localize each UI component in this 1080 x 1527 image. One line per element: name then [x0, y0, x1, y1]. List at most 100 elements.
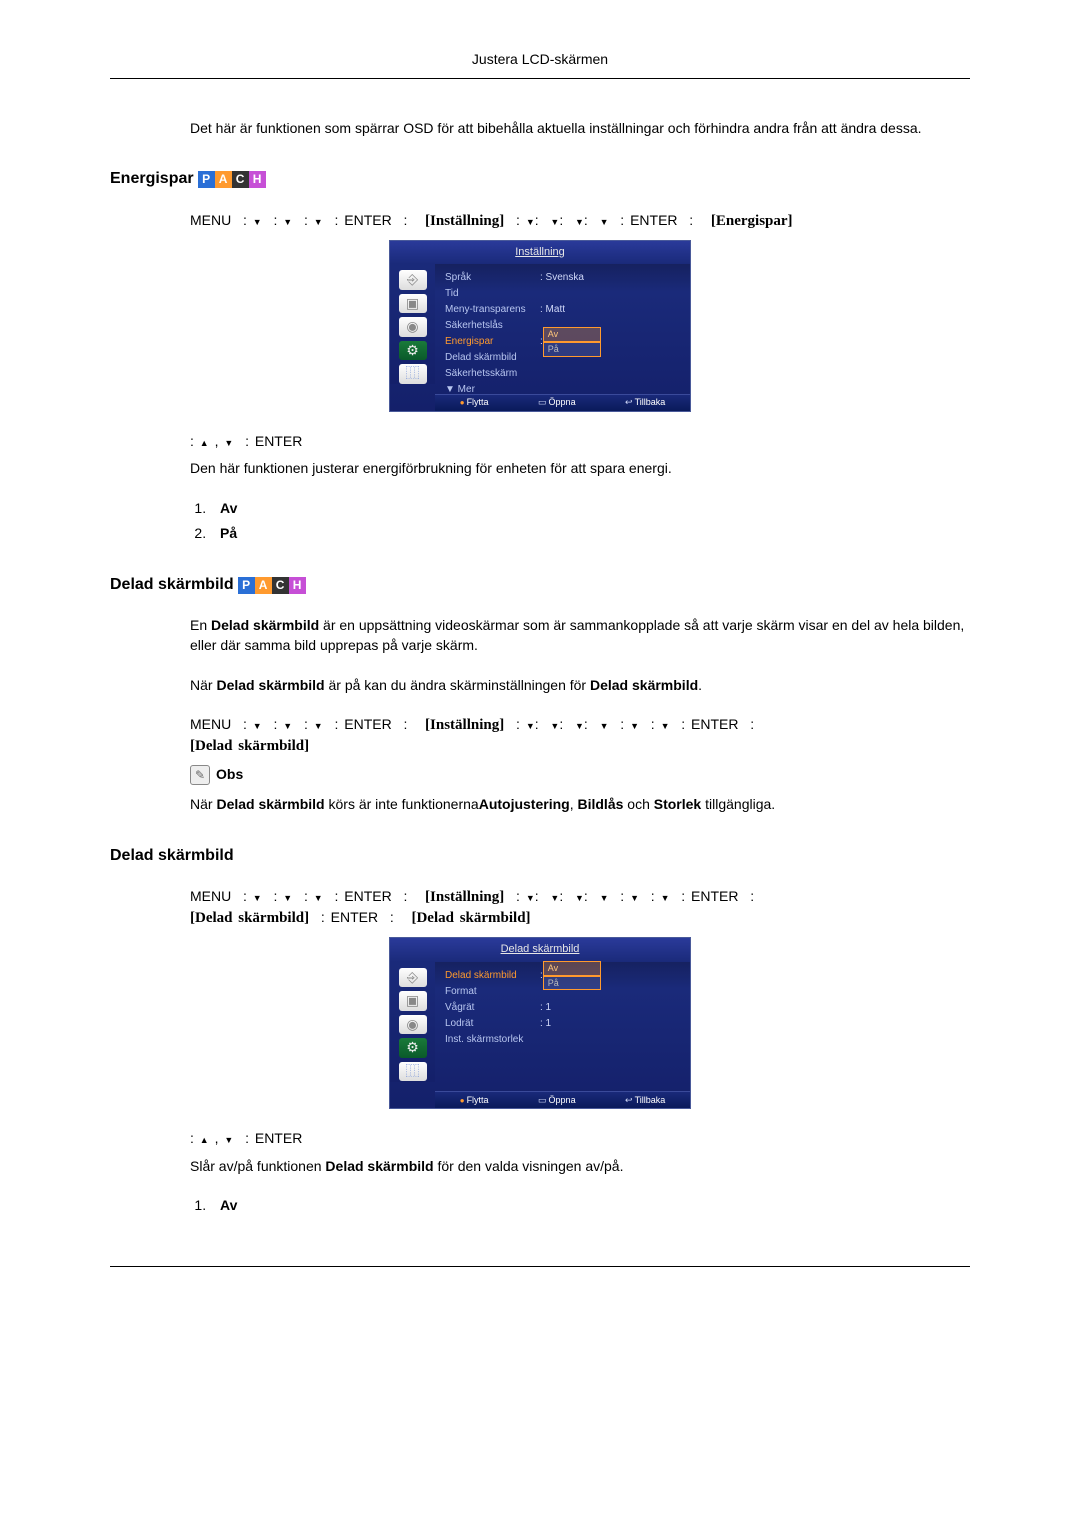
down-arrow-icon — [526, 888, 535, 904]
note-icon: ✎ — [190, 765, 210, 785]
bracket-delad: [Delad skärmbild] — [190, 738, 309, 754]
osd-item: Vågrät — [445, 1001, 540, 1015]
up-arrow-icon — [200, 1130, 209, 1146]
list-item: På — [210, 524, 970, 544]
osd-screenshot-1: Inställning ⎆ ▣ ◉ ⚙ ⿲ Språk: Svenska Tid… — [389, 240, 691, 412]
osd-item: Säkerhetsskärm — [445, 367, 540, 381]
down-arrow-icon — [253, 716, 262, 732]
osd-dropdown: Av På — [543, 961, 601, 990]
menu-label: MENU — [190, 212, 231, 228]
heading-delad-2: Delad skärmbild — [110, 845, 970, 867]
osd-icon-multi: ⿲ — [399, 364, 427, 384]
heading-energispar: Energispar P A C H — [110, 168, 970, 190]
enter-label: ENTER — [691, 716, 738, 732]
p-icon: P — [198, 171, 215, 188]
osd-item: Tid — [445, 287, 540, 301]
down-arrow-icon — [600, 716, 609, 732]
para-delad-2: När Delad skärmbild är på kan du ändra s… — [190, 676, 970, 696]
down-arrow-icon — [253, 212, 262, 228]
page-header: Justera LCD-skärmen — [110, 50, 970, 79]
osd-icon-picture: ▣ — [399, 294, 427, 314]
post-nav-line-1: : , : ENTER — [190, 432, 970, 452]
para-delad-1: En Delad skärmbild är en uppsättning vid… — [190, 616, 970, 655]
down-arrow-icon — [630, 716, 639, 732]
osd-option: På — [543, 342, 601, 357]
up-arrow-icon — [200, 433, 209, 449]
osd-option: På — [543, 976, 601, 991]
enter-label: ENTER — [344, 716, 391, 732]
down-arrow-icon — [630, 888, 639, 904]
down-arrow-icon — [314, 716, 323, 732]
osd-item: Lodrät — [445, 1017, 540, 1031]
c-icon: C — [232, 171, 249, 188]
pach-badge: P A C H — [238, 577, 306, 594]
list-item: Av — [210, 499, 970, 519]
osd-icon-multi: ⿲ — [399, 1062, 427, 1082]
osd-footer-back: Tillbaka — [635, 1095, 666, 1105]
osd-option-selected: Av — [543, 327, 601, 342]
menu-label: MENU — [190, 716, 231, 732]
down-arrow-icon — [224, 433, 233, 449]
down-arrow-icon — [314, 888, 323, 904]
osd-icon-sound: ◉ — [399, 317, 427, 337]
return-icon: ↩ — [625, 1095, 633, 1105]
note-para: När Delad skärmbild körs är inte funktio… — [190, 795, 970, 815]
osd-item: Säkerhetslås — [445, 319, 540, 333]
osd-icon-sound: ◉ — [399, 1015, 427, 1035]
osd-footer: ●Flytta ▭Öppna ↩Tillbaka — [435, 394, 690, 411]
down-arrow-icon — [661, 888, 670, 904]
intro-para: Det här är funktionen som spärrar OSD fö… — [190, 119, 970, 139]
para-delad-avpa: Slår av/på funktionen Delad skärmbild fö… — [190, 1157, 970, 1177]
osd-list: Delad skärmbild: Av På Format Vågrät: 1 … — [435, 962, 690, 1082]
list-item: Av — [210, 1196, 970, 1216]
menu-label: MENU — [190, 888, 231, 904]
osd-item-selected: Delad skärmbild — [445, 969, 540, 983]
bracket-installning: [Inställning] — [425, 213, 504, 229]
para-energispar: Den här funktionen justerar energiförbru… — [190, 459, 970, 479]
h-icon: H — [289, 577, 306, 594]
p-icon: P — [238, 577, 255, 594]
osd-value: : 1 — [540, 1001, 551, 1015]
down-arrow-icon — [224, 1130, 233, 1146]
a-icon: A — [255, 577, 272, 594]
note-label: Obs — [216, 765, 243, 785]
enter-label: ENTER — [691, 888, 738, 904]
osd-item: Språk — [445, 271, 540, 285]
heading-text: Delad skärmbild — [110, 574, 234, 596]
down-arrow-icon — [575, 212, 584, 228]
down-arrow-icon — [283, 888, 292, 904]
osd-value: : 1 — [540, 1017, 551, 1031]
bracket-installning: [Inställning] — [425, 889, 504, 905]
down-arrow-icon — [314, 212, 323, 228]
down-arrow-icon — [600, 212, 609, 228]
enter-label: ENTER — [331, 909, 378, 925]
down-arrow-icon — [661, 716, 670, 732]
heading-delad-1: Delad skärmbild P A C H — [110, 574, 970, 596]
osd-footer-back: Tillbaka — [635, 397, 666, 407]
enter-label: ENTER — [255, 433, 302, 449]
osd-icon-setup: ⚙ — [399, 1038, 427, 1058]
osd-item-selected: Energispar — [445, 335, 540, 349]
down-arrow-icon — [550, 212, 559, 228]
down-arrow-icon — [575, 888, 584, 904]
osd-icon-input: ⎆ — [399, 968, 427, 988]
down-arrow-icon — [526, 212, 535, 228]
bracket-energispar: [Energispar] — [711, 213, 793, 229]
down-arrow-icon — [600, 888, 609, 904]
enter-label: ENTER — [630, 212, 677, 228]
bracket-delad: [Delad skärmbild] — [411, 910, 530, 926]
c-icon: C — [272, 577, 289, 594]
osd-title: Inställning — [390, 241, 690, 264]
osd-value: : Matt — [540, 303, 565, 317]
dot-icon: ● — [460, 398, 465, 407]
menu-path-1: MENU : : : : ENTER : [Inställning] : : :… — [190, 211, 970, 232]
osd-option-selected: Av — [543, 961, 601, 976]
osd-footer-move: Flytta — [467, 1095, 489, 1105]
osd-icon-input: ⎆ — [399, 270, 427, 290]
note-heading: ✎ Obs — [190, 765, 970, 785]
osd-item: Delad skärmbild — [445, 351, 540, 365]
down-arrow-icon — [283, 212, 292, 228]
heading-text: Energispar — [110, 168, 194, 190]
osd-title: Delad skärmbild — [390, 938, 690, 961]
post-nav-line-3: : , : ENTER — [190, 1129, 970, 1149]
